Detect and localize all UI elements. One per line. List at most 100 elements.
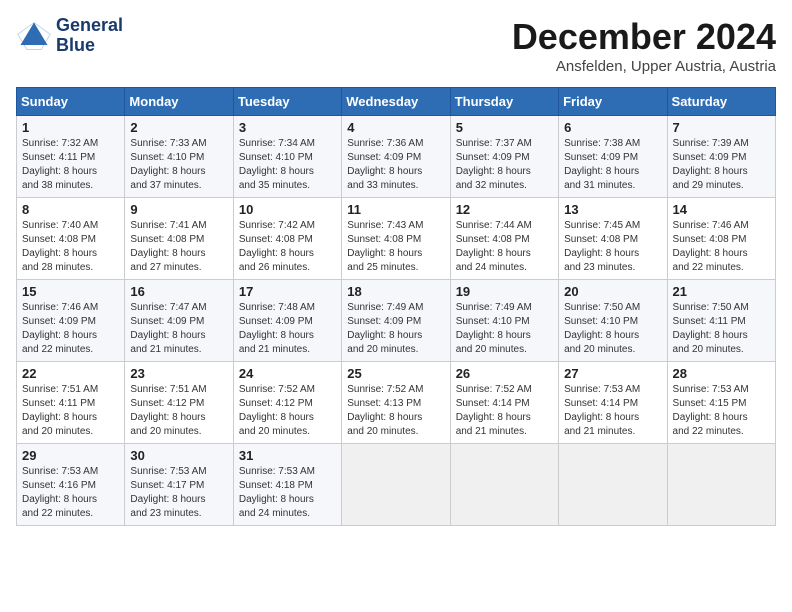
- day-number: 29: [22, 448, 119, 463]
- day-info: Sunrise: 7:52 AM Sunset: 4:12 PM Dayligh…: [239, 383, 336, 439]
- day-info: Sunrise: 7:47 AM Sunset: 4:09 PM Dayligh…: [130, 301, 227, 357]
- calendar-week-row: 29 Sunrise: 7:53 AM Sunset: 4:16 PM Dayli…: [17, 444, 776, 526]
- day-info: Sunrise: 7:43 AM Sunset: 4:08 PM Dayligh…: [347, 219, 444, 275]
- calendar-cell: 7 Sunrise: 7:39 AM Sunset: 4:09 PM Daylig…: [667, 116, 775, 198]
- day-info: Sunrise: 7:48 AM Sunset: 4:09 PM Dayligh…: [239, 301, 336, 357]
- calendar-cell: 31 Sunrise: 7:53 AM Sunset: 4:18 PM Dayli…: [233, 444, 341, 526]
- day-number: 9: [130, 202, 227, 217]
- calendar-cell: 30 Sunrise: 7:53 AM Sunset: 4:17 PM Dayli…: [125, 444, 233, 526]
- day-number: 30: [130, 448, 227, 463]
- day-info: Sunrise: 7:32 AM Sunset: 4:11 PM Dayligh…: [22, 137, 119, 193]
- day-info: Sunrise: 7:51 AM Sunset: 4:11 PM Dayligh…: [22, 383, 119, 439]
- day-number: 25: [347, 366, 444, 381]
- day-info: Sunrise: 7:46 AM Sunset: 4:09 PM Dayligh…: [22, 301, 119, 357]
- day-info: Sunrise: 7:40 AM Sunset: 4:08 PM Dayligh…: [22, 219, 119, 275]
- day-number: 16: [130, 284, 227, 299]
- day-number: 31: [239, 448, 336, 463]
- day-number: 1: [22, 120, 119, 135]
- day-number: 15: [22, 284, 119, 299]
- day-number: 6: [564, 120, 661, 135]
- day-info: Sunrise: 7:53 AM Sunset: 4:16 PM Dayligh…: [22, 465, 119, 521]
- day-info: Sunrise: 7:37 AM Sunset: 4:09 PM Dayligh…: [456, 137, 553, 193]
- calendar-cell: 23 Sunrise: 7:51 AM Sunset: 4:12 PM Dayli…: [125, 362, 233, 444]
- weekday-header: Friday: [559, 88, 667, 116]
- day-number: 18: [347, 284, 444, 299]
- day-number: 13: [564, 202, 661, 217]
- weekday-header: Sunday: [17, 88, 125, 116]
- calendar-cell: 6 Sunrise: 7:38 AM Sunset: 4:09 PM Daylig…: [559, 116, 667, 198]
- calendar-cell: 18 Sunrise: 7:49 AM Sunset: 4:09 PM Dayli…: [342, 280, 450, 362]
- day-info: Sunrise: 7:50 AM Sunset: 4:10 PM Dayligh…: [564, 301, 661, 357]
- calendar-cell: [342, 444, 450, 526]
- day-number: 3: [239, 120, 336, 135]
- calendar-cell: 14Sunrise: 7:46 AM Sunset: 4:08 PM Dayli…: [667, 198, 775, 280]
- logo-icon: [16, 18, 52, 54]
- logo: General Blue: [16, 16, 123, 56]
- day-number: 7: [673, 120, 770, 135]
- day-info: Sunrise: 7:52 AM Sunset: 4:13 PM Dayligh…: [347, 383, 444, 439]
- logo-text: General Blue: [56, 16, 123, 56]
- weekday-header: Tuesday: [233, 88, 341, 116]
- day-info: Sunrise: 7:53 AM Sunset: 4:14 PM Dayligh…: [564, 383, 661, 439]
- day-number: 19: [456, 284, 553, 299]
- calendar-cell: 16 Sunrise: 7:47 AM Sunset: 4:09 PM Dayli…: [125, 280, 233, 362]
- weekday-header-row: SundayMondayTuesdayWednesdayThursdayFrid…: [17, 88, 776, 116]
- day-info: Sunrise: 7:42 AM Sunset: 4:08 PM Dayligh…: [239, 219, 336, 275]
- day-number: 23: [130, 366, 227, 381]
- day-number: 11: [347, 202, 444, 217]
- day-number: 5: [456, 120, 553, 135]
- calendar-table: SundayMondayTuesdayWednesdayThursdayFrid…: [16, 87, 776, 526]
- day-info: Sunrise: 7:38 AM Sunset: 4:09 PM Dayligh…: [564, 137, 661, 193]
- day-info: Sunrise: 7:49 AM Sunset: 4:09 PM Dayligh…: [347, 301, 444, 357]
- day-number: 24: [239, 366, 336, 381]
- day-info: Sunrise: 7:44 AM Sunset: 4:08 PM Dayligh…: [456, 219, 553, 275]
- day-info: Sunrise: 7:52 AM Sunset: 4:14 PM Dayligh…: [456, 383, 553, 439]
- day-number: 10: [239, 202, 336, 217]
- calendar-cell: 22 Sunrise: 7:51 AM Sunset: 4:11 PM Dayli…: [17, 362, 125, 444]
- day-info: Sunrise: 7:36 AM Sunset: 4:09 PM Dayligh…: [347, 137, 444, 193]
- calendar-week-row: 22 Sunrise: 7:51 AM Sunset: 4:11 PM Dayli…: [17, 362, 776, 444]
- calendar-cell: 25 Sunrise: 7:52 AM Sunset: 4:13 PM Dayli…: [342, 362, 450, 444]
- calendar-cell: [450, 444, 558, 526]
- calendar-cell: 26 Sunrise: 7:52 AM Sunset: 4:14 PM Dayli…: [450, 362, 558, 444]
- logo-line1: General: [56, 16, 123, 36]
- calendar-cell: 13Sunrise: 7:45 AM Sunset: 4:08 PM Dayli…: [559, 198, 667, 280]
- calendar-cell: 2 Sunrise: 7:33 AM Sunset: 4:10 PM Daylig…: [125, 116, 233, 198]
- day-number: 27: [564, 366, 661, 381]
- weekday-header: Wednesday: [342, 88, 450, 116]
- calendar-cell: [667, 444, 775, 526]
- calendar-cell: 5 Sunrise: 7:37 AM Sunset: 4:09 PM Daylig…: [450, 116, 558, 198]
- calendar-week-row: 15 Sunrise: 7:46 AM Sunset: 4:09 PM Dayli…: [17, 280, 776, 362]
- calendar-cell: 3 Sunrise: 7:34 AM Sunset: 4:10 PM Daylig…: [233, 116, 341, 198]
- calendar-week-row: 1 Sunrise: 7:32 AM Sunset: 4:11 PM Daylig…: [17, 116, 776, 198]
- day-info: Sunrise: 7:41 AM Sunset: 4:08 PM Dayligh…: [130, 219, 227, 275]
- day-info: Sunrise: 7:50 AM Sunset: 4:11 PM Dayligh…: [673, 301, 770, 357]
- day-number: 26: [456, 366, 553, 381]
- calendar-cell: 11 Sunrise: 7:43 AM Sunset: 4:08 PM Dayli…: [342, 198, 450, 280]
- day-info: Sunrise: 7:33 AM Sunset: 4:10 PM Dayligh…: [130, 137, 227, 193]
- day-number: 2: [130, 120, 227, 135]
- calendar-cell: 17 Sunrise: 7:48 AM Sunset: 4:09 PM Dayli…: [233, 280, 341, 362]
- day-number: 8: [22, 202, 119, 217]
- day-info: Sunrise: 7:53 AM Sunset: 4:17 PM Dayligh…: [130, 465, 227, 521]
- day-number: 12: [456, 202, 553, 217]
- weekday-header: Saturday: [667, 88, 775, 116]
- day-info: Sunrise: 7:34 AM Sunset: 4:10 PM Dayligh…: [239, 137, 336, 193]
- day-info: Sunrise: 7:46 AM Sunset: 4:08 PM Dayligh…: [673, 219, 770, 275]
- weekday-header: Monday: [125, 88, 233, 116]
- day-number: 28: [673, 366, 770, 381]
- weekday-header: Thursday: [450, 88, 558, 116]
- main-title: December 2024: [512, 16, 776, 58]
- day-info: Sunrise: 7:39 AM Sunset: 4:09 PM Dayligh…: [673, 137, 770, 193]
- calendar-cell: 10 Sunrise: 7:42 AM Sunset: 4:08 PM Dayli…: [233, 198, 341, 280]
- calendar-cell: 4Sunrise: 7:36 AM Sunset: 4:09 PM Daylig…: [342, 116, 450, 198]
- day-number: 22: [22, 366, 119, 381]
- day-info: Sunrise: 7:51 AM Sunset: 4:12 PM Dayligh…: [130, 383, 227, 439]
- calendar-cell: 15 Sunrise: 7:46 AM Sunset: 4:09 PM Dayli…: [17, 280, 125, 362]
- calendar-cell: 24 Sunrise: 7:52 AM Sunset: 4:12 PM Dayli…: [233, 362, 341, 444]
- subtitle: Ansfelden, Upper Austria, Austria: [512, 58, 776, 75]
- calendar-cell: 19Sunrise: 7:49 AM Sunset: 4:10 PM Dayli…: [450, 280, 558, 362]
- day-info: Sunrise: 7:53 AM Sunset: 4:18 PM Dayligh…: [239, 465, 336, 521]
- calendar-cell: 29 Sunrise: 7:53 AM Sunset: 4:16 PM Dayli…: [17, 444, 125, 526]
- day-number: 17: [239, 284, 336, 299]
